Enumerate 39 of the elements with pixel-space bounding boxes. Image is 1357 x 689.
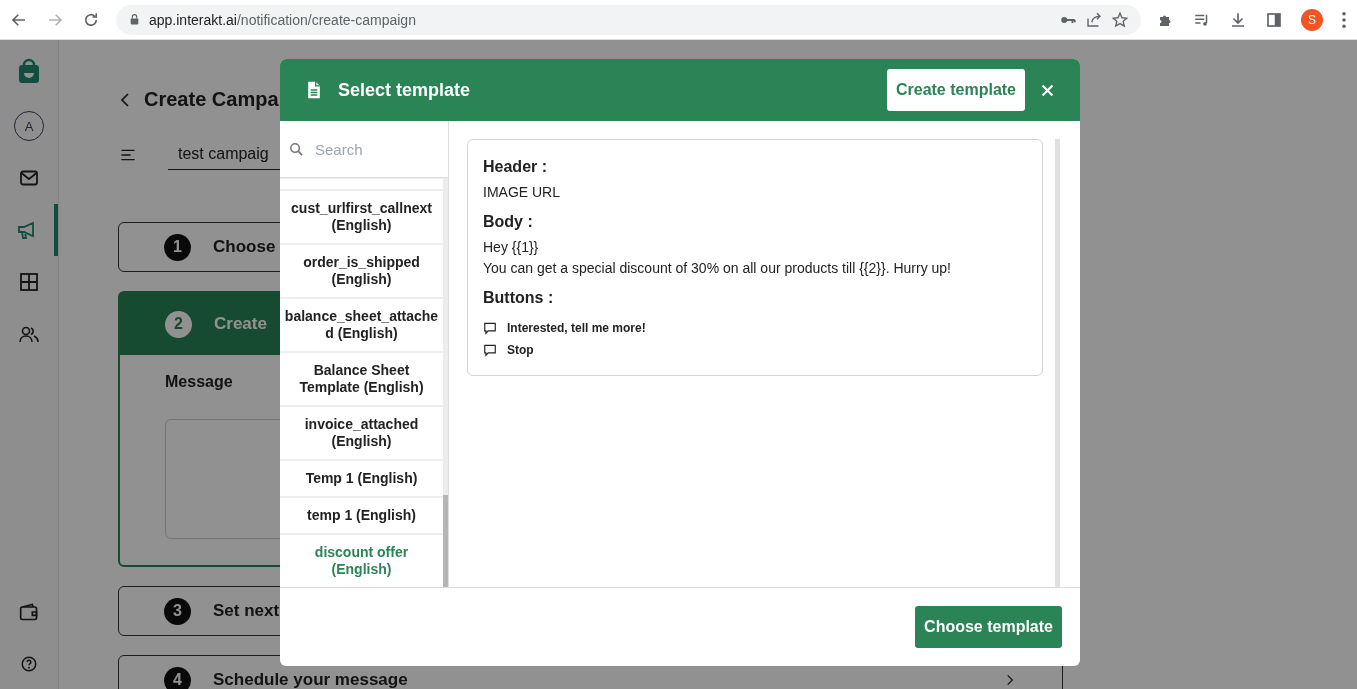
step-title: Choose	[213, 237, 276, 257]
step-number: 3	[164, 597, 191, 625]
header-label: Header :	[483, 158, 549, 176]
help-icon[interactable]	[20, 655, 38, 673]
step-number: 1	[164, 233, 191, 261]
grid-icon[interactable]	[20, 273, 38, 291]
lock-icon	[128, 13, 141, 26]
star-icon[interactable]	[1111, 10, 1129, 29]
search-icon	[288, 140, 305, 158]
quick-reply-text: Interested, tell me more!	[507, 321, 646, 335]
body-text: Hey {{1}}	[483, 238, 540, 257]
share-icon[interactable]	[1085, 10, 1103, 29]
mail-icon[interactable]	[20, 170, 38, 186]
users-icon[interactable]	[19, 325, 39, 343]
step-title: Set next	[213, 601, 280, 621]
body-label: Body :	[483, 213, 534, 231]
step-number: 4	[164, 666, 191, 689]
chat-bubble-icon	[483, 343, 497, 357]
message-label: Message	[165, 373, 233, 391]
body-text: You can get a special discount of 30% on all our products till {{2}}. Hurry up!	[483, 259, 952, 278]
buttons-label: Buttons :	[483, 289, 555, 307]
quick-reply-text: Stop	[507, 343, 534, 357]
download-icon[interactable]	[1229, 10, 1247, 29]
create-template-button[interactable]: Create template	[886, 69, 1025, 111]
choose-template-button[interactable]: Choose template	[915, 606, 1062, 648]
wallet-icon[interactable]	[19, 602, 39, 622]
bag-logo-icon[interactable]	[18, 58, 40, 84]
side-panel-icon[interactable]	[1265, 10, 1283, 29]
address-bar[interactable]: app.interakt.ai/notification/create-campaign	[116, 4, 1141, 35]
chat-bubble-icon	[483, 321, 497, 335]
more-icon[interactable]	[1341, 10, 1347, 29]
step-number: 2	[165, 310, 192, 338]
step-title: Schedule your message	[213, 670, 408, 689]
reload-icon[interactable]	[82, 10, 100, 29]
url-text: app.interakt.ai/notification/create-campaign	[149, 11, 416, 28]
header-value: IMAGE URL	[483, 183, 561, 202]
megaphone-icon[interactable]	[17, 221, 37, 239]
page-title: Create Campa	[144, 88, 279, 111]
dialog-title: Select template	[338, 79, 472, 101]
